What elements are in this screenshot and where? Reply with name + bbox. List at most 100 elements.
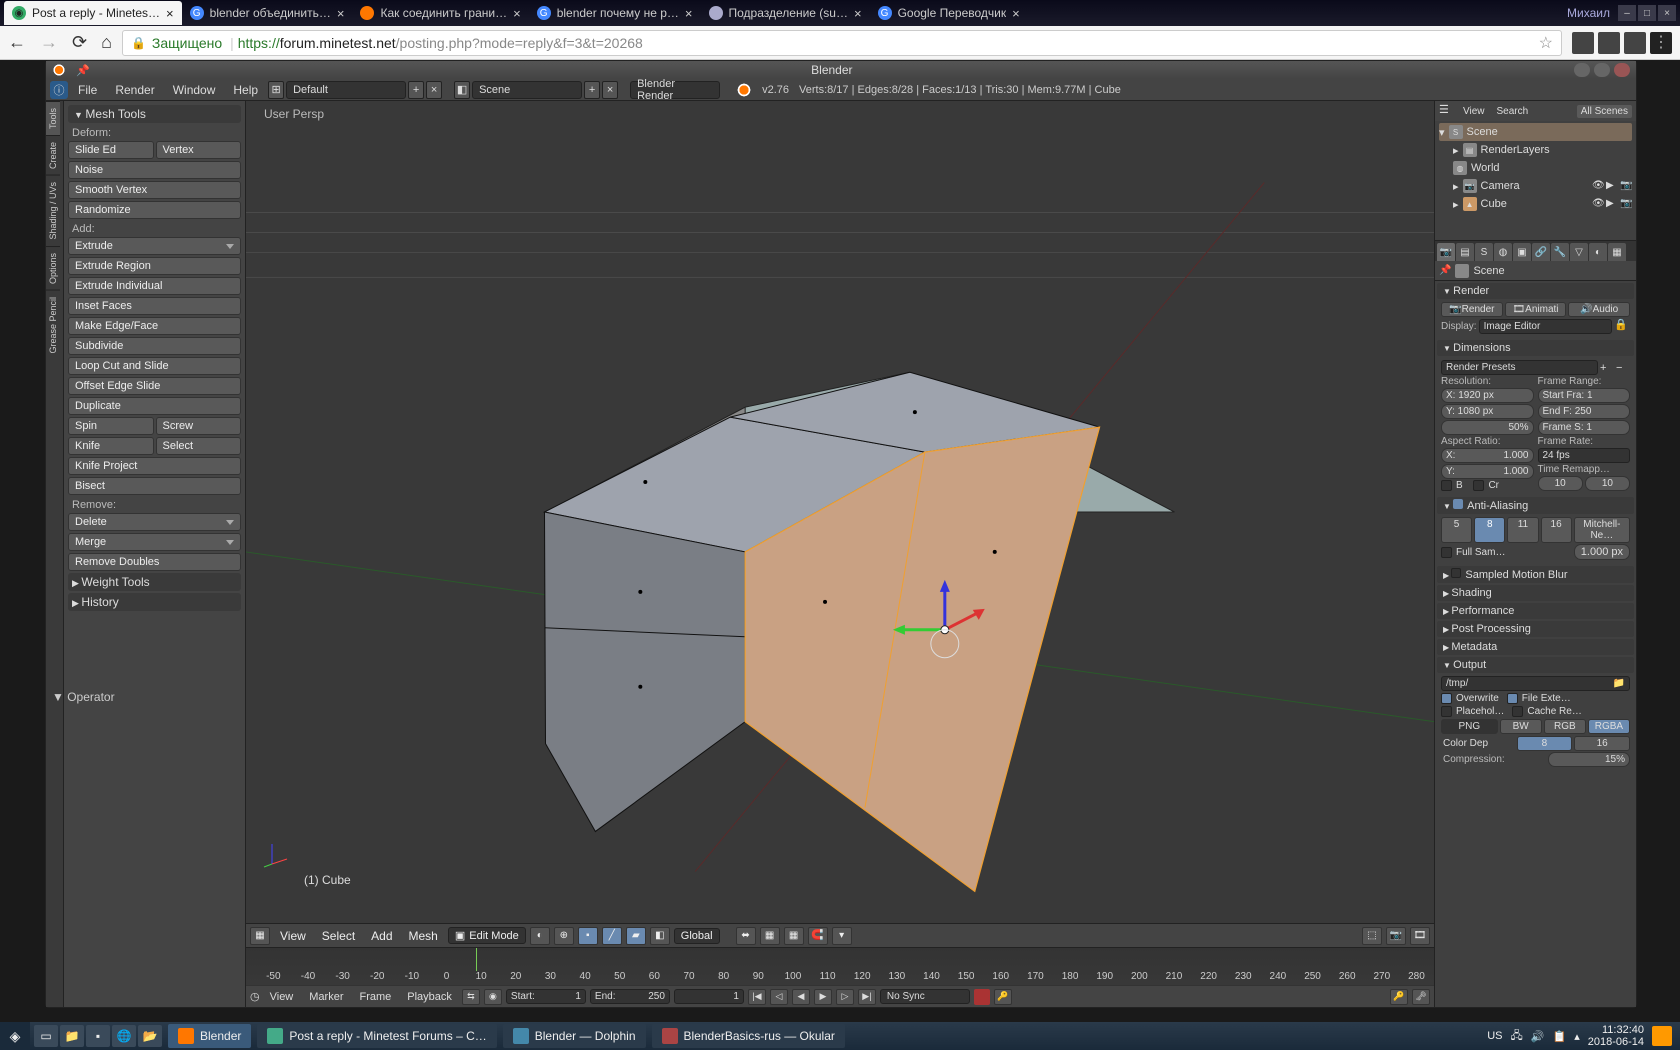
res-x-field[interactable]: X: 1920 px bbox=[1441, 388, 1534, 403]
aa-8-button[interactable]: 8 bbox=[1474, 517, 1505, 543]
fileext-checkbox[interactable] bbox=[1507, 693, 1518, 704]
lock-ui-icon[interactable]: 🔒 bbox=[1614, 318, 1630, 334]
browser-tab[interactable]: GGoogle Переводчик× bbox=[870, 1, 1028, 25]
cursor-icon[interactable]: ▶ bbox=[1606, 180, 1618, 192]
file-manager-icon[interactable]: 📁 bbox=[60, 1025, 84, 1047]
merge-button[interactable]: Merge bbox=[68, 533, 241, 551]
editor-type-icon[interactable]: ◷ bbox=[250, 990, 260, 1003]
keying-set-icon[interactable]: 🔑 bbox=[994, 989, 1012, 1005]
limit-sel-icon[interactable]: ◧ bbox=[650, 927, 670, 945]
depth-16-button[interactable]: 16 bbox=[1574, 736, 1630, 751]
maximize-icon[interactable]: □ bbox=[1638, 5, 1656, 21]
keyframe-prev-icon[interactable]: ◁ bbox=[770, 989, 788, 1005]
operator-panel-header[interactable]: ▼ Operator bbox=[52, 690, 115, 704]
folder-icon[interactable]: 📁 bbox=[1613, 678, 1625, 689]
tl-menu-view[interactable]: View bbox=[264, 991, 300, 1003]
display-select[interactable]: Image Editor bbox=[1479, 319, 1612, 334]
play-reverse-icon[interactable]: ◀ bbox=[792, 989, 810, 1005]
aa-filter-select[interactable]: Mitchell-Ne… bbox=[1574, 517, 1630, 543]
layer-button[interactable]: ▦ bbox=[784, 927, 804, 945]
aa-5-button[interactable]: 5 bbox=[1441, 517, 1472, 543]
edge-select-icon[interactable]: ╱ bbox=[602, 927, 622, 945]
audio-button[interactable]: 🔊Audio bbox=[1568, 302, 1630, 317]
app-launcher-icon[interactable]: ◈ bbox=[0, 1022, 30, 1050]
outliner-world[interactable]: ◍World bbox=[1439, 159, 1632, 177]
omnibox[interactable]: 🔒 Защищено | https:// forum.minetest.net… bbox=[122, 30, 1562, 56]
3d-view[interactable]: User Persp bbox=[246, 101, 1434, 923]
noise-button[interactable]: Noise bbox=[68, 161, 241, 179]
add-preset-icon[interactable]: + bbox=[1600, 362, 1614, 374]
range-icon[interactable]: ⇆ bbox=[462, 989, 480, 1005]
smooth-vertex-button[interactable]: Smooth Vertex bbox=[68, 181, 241, 199]
close-icon[interactable]: × bbox=[685, 6, 693, 21]
history-panel[interactable]: History bbox=[68, 593, 241, 611]
blender-titlebar[interactable]: 📌 Blender bbox=[46, 61, 1636, 79]
close-icon[interactable] bbox=[1614, 63, 1630, 77]
render-border-icon[interactable]: ⬚ bbox=[1362, 927, 1382, 945]
keying-delete-icon[interactable]: 🗝 bbox=[1412, 989, 1430, 1005]
reload-icon[interactable]: ⟳ bbox=[72, 32, 87, 53]
orientation-select[interactable]: Global bbox=[674, 928, 720, 944]
offset-edge-slide-button[interactable]: Offset Edge Slide bbox=[68, 377, 241, 395]
menu-view[interactable]: View bbox=[274, 929, 312, 943]
renderlayers-tab-icon[interactable]: ▤ bbox=[1456, 243, 1474, 261]
sync-mode-select[interactable]: No Sync bbox=[880, 989, 970, 1004]
menu-render[interactable]: Render bbox=[107, 83, 162, 97]
auto-keyframe-icon[interactable]: ◉ bbox=[484, 989, 502, 1005]
output-path-field[interactable]: /tmp/📁 bbox=[1441, 676, 1630, 691]
folder-icon[interactable]: 📂 bbox=[138, 1025, 162, 1047]
info-editor-icon[interactable]: ⓘ bbox=[50, 81, 68, 99]
knife-select-button[interactable]: Select bbox=[156, 437, 242, 455]
taskbar-item-okular[interactable]: BlenderBasics-rus — Okular bbox=[652, 1024, 845, 1048]
bookmark-star-icon[interactable]: ☆ bbox=[1539, 33, 1553, 53]
animation-button[interactable]: 🎞Animati bbox=[1505, 302, 1567, 317]
menu-window[interactable]: Window bbox=[165, 83, 224, 97]
keyframe-next-icon[interactable]: ▷ bbox=[836, 989, 854, 1005]
eye-icon[interactable]: 👁 bbox=[1592, 180, 1604, 192]
pin-icon[interactable]: 📌 bbox=[1439, 265, 1451, 276]
menu-mesh[interactable]: Mesh bbox=[403, 929, 444, 943]
tl-menu-frame[interactable]: Frame bbox=[354, 991, 398, 1003]
extension-icon[interactable] bbox=[1598, 32, 1620, 54]
spin-button[interactable]: Spin bbox=[68, 417, 154, 435]
close-icon[interactable]: × bbox=[1012, 6, 1020, 21]
close-icon[interactable]: × bbox=[166, 6, 174, 21]
randomize-button[interactable]: Randomize bbox=[68, 201, 241, 219]
outliner-scene[interactable]: ▾SScene bbox=[1439, 123, 1632, 141]
border-checkbox[interactable] bbox=[1441, 480, 1452, 491]
bisect-button[interactable]: Bisect bbox=[68, 477, 241, 495]
texture-tab-icon[interactable]: ▦ bbox=[1608, 243, 1626, 261]
clipboard-icon[interactable]: 📋 bbox=[1552, 1030, 1566, 1043]
constraint-tab-icon[interactable]: 🔗 bbox=[1532, 243, 1550, 261]
play-icon[interactable]: ▶ bbox=[814, 989, 832, 1005]
vertex-slide-button[interactable]: Vertex bbox=[156, 141, 242, 159]
knife-project-button[interactable]: Knife Project bbox=[68, 457, 241, 475]
scene-tab-icon[interactable]: S bbox=[1475, 243, 1493, 261]
menu-select[interactable]: Select bbox=[316, 929, 361, 943]
full-sample-checkbox[interactable] bbox=[1441, 547, 1452, 558]
rgb-button[interactable]: RGB bbox=[1544, 719, 1586, 734]
extension-icon[interactable] bbox=[1572, 32, 1594, 54]
toolshelf-tab-tools[interactable]: Tools bbox=[46, 101, 60, 135]
mode-select[interactable]: ▣Edit Mode bbox=[448, 927, 526, 944]
layer-button[interactable]: ▦ bbox=[760, 927, 780, 945]
remove-doubles-button[interactable]: Remove Doubles bbox=[68, 553, 241, 571]
weight-tools-panel[interactable]: Weight Tools bbox=[68, 573, 241, 591]
close-icon[interactable]: × bbox=[513, 6, 521, 21]
presets-select[interactable]: Render Presets bbox=[1441, 360, 1598, 375]
remove-preset-icon[interactable]: − bbox=[1616, 362, 1630, 374]
outliner-camera[interactable]: ▸📷Camera👁▶📷 bbox=[1439, 177, 1632, 195]
extrude-button[interactable]: Extrude bbox=[68, 237, 241, 255]
browser-tab[interactable]: Gblender почему не р…× bbox=[529, 1, 701, 25]
overwrite-checkbox[interactable] bbox=[1441, 693, 1452, 704]
maximize-icon[interactable] bbox=[1594, 63, 1610, 77]
object-tab-icon[interactable]: ▣ bbox=[1513, 243, 1531, 261]
browser-tab[interactable]: Как соединить грани…× bbox=[352, 1, 528, 25]
menu-file[interactable]: File bbox=[70, 83, 105, 97]
frame-step-field[interactable]: Frame S: 1 bbox=[1538, 420, 1631, 435]
show-desktop-icon[interactable]: ▭ bbox=[34, 1025, 58, 1047]
keyboard-layout-indicator[interactable]: US bbox=[1487, 1030, 1502, 1042]
close-icon[interactable]: × bbox=[337, 6, 345, 21]
frame-end-field[interactable]: End:250 bbox=[590, 989, 670, 1004]
outliner-cube[interactable]: ▸▲Cube👁▶📷 bbox=[1439, 195, 1632, 213]
